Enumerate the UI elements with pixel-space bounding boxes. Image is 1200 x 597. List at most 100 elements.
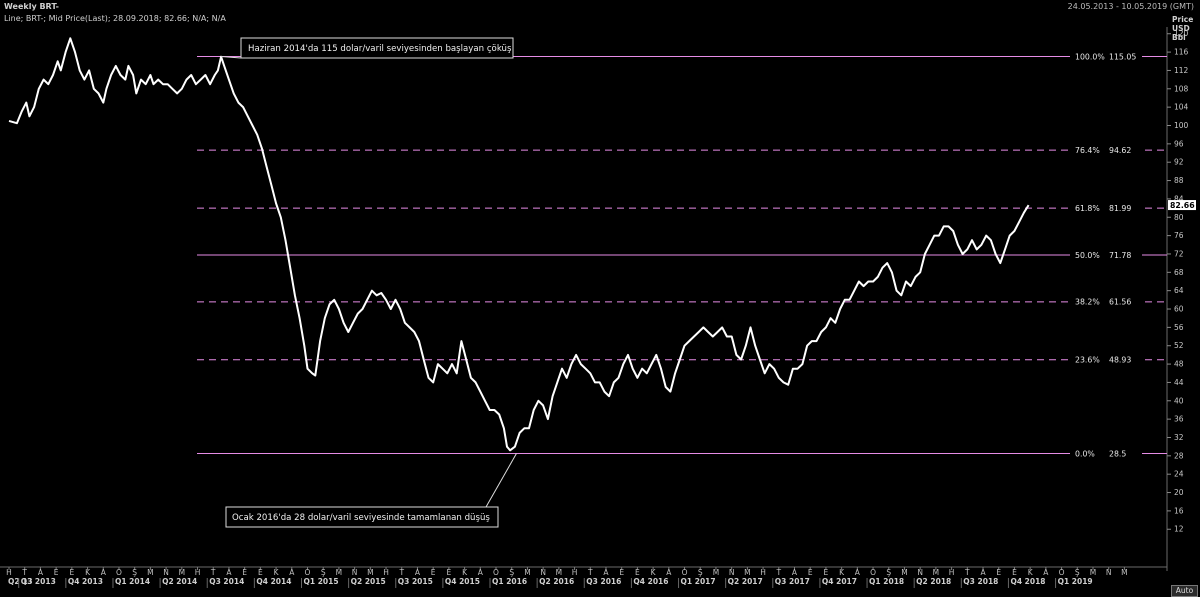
last-value-label: 82.66 xyxy=(1170,201,1195,210)
month-label: O xyxy=(870,568,876,577)
month-label: M xyxy=(524,568,530,577)
annotation-connector xyxy=(485,453,517,508)
month-label: M xyxy=(556,568,562,577)
month-label: A xyxy=(666,568,672,577)
fib-level-value: 48.93 xyxy=(1109,356,1131,365)
month-label: E xyxy=(824,568,829,577)
quarter-label: Q2 2016 xyxy=(539,577,574,586)
annotation-text: Ocak 2016'da 28 dolar/varil seviyesinde … xyxy=(232,513,490,523)
month-label: K xyxy=(651,568,657,577)
month-label: E xyxy=(1012,568,1017,577)
month-label: H xyxy=(6,568,12,577)
y-tick-label: 48 xyxy=(1174,360,1184,369)
month-label: M xyxy=(147,568,153,577)
month-label: T xyxy=(21,568,27,577)
month-label: E xyxy=(431,568,436,577)
month-label: O xyxy=(682,568,688,577)
month-label: M xyxy=(179,568,185,577)
y-tick-label: 44 xyxy=(1174,378,1184,387)
y-tick-label: 68 xyxy=(1174,268,1184,277)
month-label: A xyxy=(792,568,798,577)
month-label: E xyxy=(996,568,1001,577)
month-label: Ş xyxy=(886,568,891,577)
month-label: Ş xyxy=(132,568,137,577)
quarter-label: Q3 2013 xyxy=(21,577,56,586)
month-label: H xyxy=(760,568,766,577)
quarter-label: Q1 2019 xyxy=(1058,577,1093,586)
price-line xyxy=(8,37,1030,452)
month-label: M xyxy=(713,568,719,577)
month-label: N xyxy=(352,568,358,577)
fib-level-pct: 38.2% xyxy=(1075,298,1100,307)
month-label: K xyxy=(1028,568,1034,577)
quarter-label: Q2 2015 xyxy=(351,577,386,586)
month-label: H xyxy=(572,568,578,577)
month-label: M xyxy=(1090,568,1096,577)
quarter-label: Q2 2014 xyxy=(162,577,197,586)
annotation-text: Haziran 2014'da 115 dolar/varil seviyesi… xyxy=(248,44,512,54)
month-label: Ş xyxy=(698,568,703,577)
month-label: O xyxy=(1059,568,1065,577)
month-label: Ş xyxy=(509,568,514,577)
month-label: H xyxy=(383,568,389,577)
quarter-label: Q3 2017 xyxy=(775,577,810,586)
month-label: T xyxy=(775,568,781,577)
month-label: N xyxy=(540,568,546,577)
fib-level-pct: 50.0% xyxy=(1075,251,1100,260)
auto-scale-button[interactable]: Auto xyxy=(1171,585,1198,597)
quarter-label: Q1 2016 xyxy=(492,577,527,586)
month-label: M xyxy=(933,568,939,577)
fib-level-pct: 100.0% xyxy=(1075,52,1105,61)
fib-level-value: 81.99 xyxy=(1109,204,1131,213)
month-label: H xyxy=(195,568,201,577)
month-label: E xyxy=(447,568,452,577)
quarter-label: Q4 2013 xyxy=(68,577,103,586)
fib-level-value: 115.05 xyxy=(1109,52,1136,61)
month-label: M xyxy=(336,568,342,577)
month-label: H xyxy=(949,568,955,577)
y-tick-label: 100 xyxy=(1174,121,1189,130)
month-label: A xyxy=(855,568,861,577)
month-label: E xyxy=(808,568,813,577)
month-label: T xyxy=(210,568,216,577)
chart-window: Weekly BRT- 24.05.2013 - 10.05.2019 (GMT… xyxy=(0,0,1200,597)
month-label: K xyxy=(839,568,845,577)
price-chart[interactable]: 1216202428323640444852566064687276808488… xyxy=(0,0,1200,597)
month-label: A xyxy=(226,568,232,577)
quarter-label: Q1 2015 xyxy=(303,577,338,586)
quarter-label: Q4 2018 xyxy=(1010,577,1045,586)
y-tick-label: 16 xyxy=(1174,506,1184,515)
month-label: M xyxy=(367,568,373,577)
quarter-label: Q4 2016 xyxy=(633,577,668,586)
month-label: M xyxy=(1121,568,1127,577)
month-label: O xyxy=(493,568,499,577)
month-label: Ş xyxy=(321,568,326,577)
month-label: K xyxy=(85,568,91,577)
y-tick-label: 108 xyxy=(1174,84,1189,93)
month-label: N xyxy=(729,568,735,577)
month-label: E xyxy=(54,568,59,577)
y-tick-label: 80 xyxy=(1174,213,1184,222)
fib-level-pct: 61.8% xyxy=(1075,204,1100,213)
y-tick-label: 56 xyxy=(1174,323,1184,332)
month-label: A xyxy=(38,568,44,577)
quarter-label: Q2 2017 xyxy=(728,577,763,586)
y-tick-label: 12 xyxy=(1174,525,1184,534)
month-label: E xyxy=(242,568,247,577)
y-tick-label: 36 xyxy=(1174,415,1184,424)
y-tick-label: 32 xyxy=(1174,433,1184,442)
y-tick-label: 64 xyxy=(1174,286,1184,295)
y-tick-label: 92 xyxy=(1174,158,1184,167)
quarter-label: Q3 2018 xyxy=(963,577,998,586)
fib-level-pct: 76.4% xyxy=(1075,146,1100,155)
y-tick-label: 112 xyxy=(1174,66,1189,75)
quarter-label: Q3 2016 xyxy=(586,577,621,586)
month-label: K xyxy=(462,568,468,577)
month-label: A xyxy=(289,568,295,577)
fib-level-value: 94.62 xyxy=(1109,146,1131,155)
fib-level-pct: 0.0% xyxy=(1075,449,1095,458)
fib-level-value: 61.56 xyxy=(1109,298,1131,307)
y-tick-label: 40 xyxy=(1174,396,1184,405)
month-label: T xyxy=(964,568,970,577)
y-tick-label: 116 xyxy=(1174,48,1189,57)
